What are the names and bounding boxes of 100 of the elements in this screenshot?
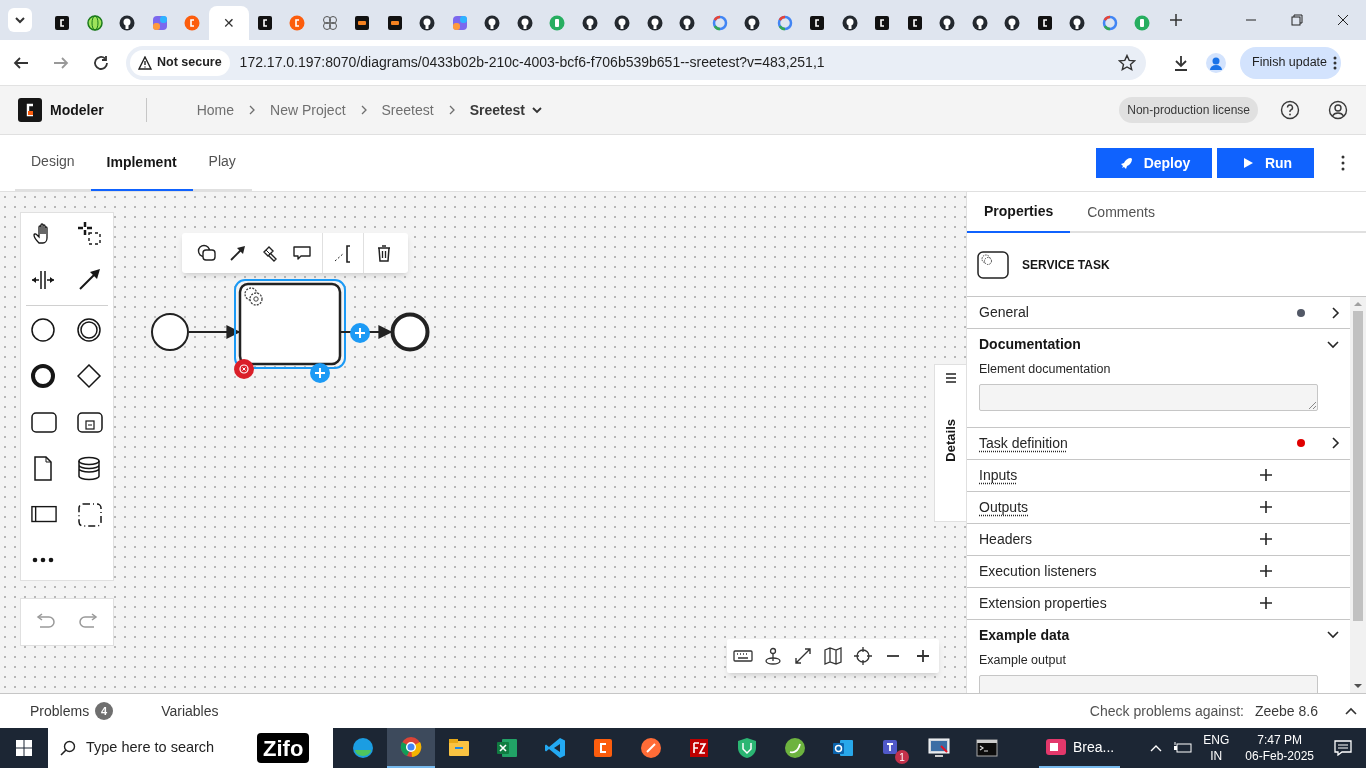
group-header[interactable]: Example data: [967, 619, 1350, 651]
crosshair-icon[interactable]: [853, 646, 873, 666]
panel-tab[interactable]: Comments: [1070, 192, 1172, 233]
app-icon: [399, 735, 423, 759]
app-icon: [735, 736, 759, 760]
group-header[interactable]: Task definition: [967, 427, 1350, 459]
add-icon[interactable]: [1259, 564, 1273, 579]
mode-tab[interactable]: Play: [192, 133, 252, 189]
gear-icon: [244, 287, 263, 306]
sequence-flow[interactable]: [188, 325, 241, 339]
subprocess-icon[interactable]: [77, 410, 103, 436]
download-icon[interactable]: [1172, 53, 1190, 72]
diagram-canvas[interactable]: Details: [0, 192, 966, 693]
add-icon[interactable]: [1259, 596, 1273, 611]
new-tab-icon[interactable]: [1168, 13, 1183, 27]
overflow-menu-icon[interactable]: [1341, 155, 1345, 171]
address-bar[interactable]: Not secure 172.17.0.197:8070/diagrams/0433b02b-210c-4003-bcf6-f706b539b651--sreetest?v=483,251,1: [126, 45, 1146, 80]
taskbar-app[interactable]: 1: [867, 728, 915, 768]
group-header[interactable]: General: [967, 297, 1350, 328]
url-text[interactable]: 172.17.0.197:8070/diagrams/0433b02b-210c-4003-bcf6-f706b539b651--sreetest?v=483,251,1: [239, 52, 825, 73]
battery-icon[interactable]: [1173, 741, 1194, 755]
favicon-icon: [646, 15, 663, 31]
windows-start-icon[interactable]: [16, 740, 32, 756]
list-icon: [943, 371, 958, 385]
text-annotation-icon[interactable]: [333, 243, 353, 263]
end-event[interactable]: [390, 312, 430, 352]
app-icon: [351, 736, 375, 760]
group-header[interactable]: Inputs: [967, 459, 1350, 491]
star-icon[interactable]: [1118, 53, 1136, 72]
chevron-down-icon: [1326, 630, 1340, 641]
check-label: Check problems against:: [1089, 701, 1244, 721]
start-event-icon[interactable]: [31, 318, 57, 344]
panel-tab[interactable]: Properties: [967, 192, 1071, 233]
search-field[interactable]: Type here to search: [48, 728, 251, 768]
favicon-icon: [1069, 15, 1086, 31]
engine-selector[interactable]: Zeebe 8.6: [1254, 700, 1318, 722]
task-icon[interactable]: [31, 410, 57, 436]
language-indicator[interactable]: ENG IN: [1203, 732, 1230, 764]
deploy-button[interactable]: Deploy: [1096, 148, 1212, 178]
details-tab[interactable]: Details: [934, 364, 966, 522]
chevron-up-icon[interactable]: [1344, 706, 1358, 716]
profile-icon[interactable]: [1206, 52, 1226, 73]
app-icon: [783, 736, 807, 760]
tab-search-icon[interactable]: [8, 8, 32, 32]
group-header[interactable]: Headers: [967, 523, 1350, 555]
field-label: Element documentation: [979, 361, 1112, 378]
error-badge[interactable]: [234, 359, 254, 379]
variables-tab[interactable]: Variables: [161, 700, 219, 722]
map-icon[interactable]: [823, 646, 843, 666]
intermediate-event-icon[interactable]: [77, 318, 103, 344]
favicon-icon: [809, 15, 826, 31]
group-header[interactable]: Outputs: [967, 491, 1350, 523]
notification-badge: 1: [895, 750, 909, 764]
breadcrumb-link[interactable]: Home: [196, 99, 235, 121]
gateway-icon[interactable]: [77, 364, 103, 390]
browser-tab[interactable]: ✕: [208, 6, 249, 40]
element-type: SERVICE TASK: [1022, 256, 1110, 274]
close-icon[interactable]: [1335, 12, 1351, 28]
app-icon: [543, 736, 567, 760]
clock[interactable]: 7:47 PM 06-Feb-2025: [1245, 732, 1314, 764]
redo-icon[interactable]: [78, 613, 100, 631]
start-event[interactable]: [151, 313, 189, 351]
pin-icon[interactable]: [763, 646, 783, 666]
scroll-down-icon[interactable]: [1354, 683, 1362, 689]
run-button[interactable]: Run: [1217, 148, 1314, 178]
change-type-icon[interactable]: [196, 243, 216, 263]
taskbar-app[interactable]: Brea...: [1039, 728, 1121, 768]
group-header[interactable]: Execution listeners: [967, 555, 1350, 587]
close-tab-icon[interactable]: ✕: [222, 12, 235, 34]
data-store-icon[interactable]: [77, 456, 103, 482]
add-icon[interactable]: [1259, 468, 1273, 483]
undo-icon[interactable]: [34, 613, 56, 631]
add-icon[interactable]: [1259, 500, 1273, 515]
app-icon: [687, 736, 711, 760]
append-icon[interactable]: [310, 363, 330, 383]
favicon-icon: [354, 15, 371, 31]
group-header[interactable]: Extension properties: [967, 587, 1350, 619]
restore-icon[interactable]: [1289, 12, 1305, 28]
fullscreen-icon[interactable]: [793, 646, 813, 666]
favicon-icon: [1036, 15, 1053, 31]
user-icon[interactable]: [1328, 100, 1348, 120]
favicon-icon: [549, 15, 566, 31]
add-icon[interactable]: [1259, 532, 1273, 547]
breadcrumb-link[interactable]: Sreetest: [469, 99, 543, 121]
chevron-up-icon[interactable]: [1149, 743, 1164, 753]
problems-tab[interactable]: Problems 4: [30, 700, 114, 722]
scrollbar[interactable]: [1350, 297, 1366, 693]
update-button[interactable]: Finish update: [1240, 46, 1342, 79]
breadcrumb-link[interactable]: New Project: [270, 99, 346, 121]
end-event-icon[interactable]: [31, 364, 57, 390]
breadcrumb-link[interactable]: Sreetest: [381, 99, 434, 121]
group-icon[interactable]: [77, 502, 103, 528]
group-header[interactable]: Documentation: [967, 329, 1350, 360]
help-icon[interactable]: [1280, 100, 1300, 120]
lasso-tool-icon[interactable]: [77, 221, 103, 247]
connect-icon[interactable]: [228, 243, 248, 263]
notifications-icon[interactable]: [1334, 740, 1352, 756]
mode-tab[interactable]: Design: [15, 133, 91, 189]
reload-icon[interactable]: [92, 53, 110, 72]
app-icon: [975, 736, 999, 760]
